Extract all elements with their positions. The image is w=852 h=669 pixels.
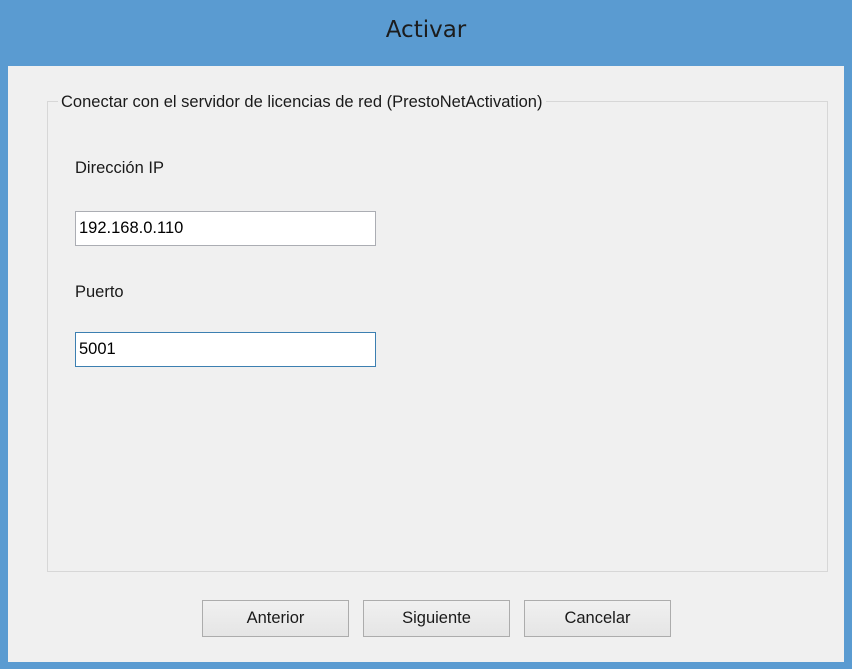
ip-address-label: Dirección IP [75, 159, 164, 177]
cancel-button[interactable]: Cancelar [524, 600, 671, 637]
activation-dialog: Activar Conectar con el servidor de lice… [0, 0, 852, 669]
group-title: Conectar con el servidor de licencias de… [58, 93, 547, 112]
title-bar[interactable]: Activar [0, 0, 852, 66]
window-title: Activar [385, 17, 467, 43]
port-input[interactable] [75, 332, 376, 367]
port-label: Puerto [75, 283, 124, 301]
back-button[interactable]: Anterior [202, 600, 349, 637]
ip-address-input[interactable] [75, 211, 376, 246]
next-button[interactable]: Siguiente [363, 600, 510, 637]
dialog-content: Conectar con el servidor de licencias de… [8, 66, 844, 662]
